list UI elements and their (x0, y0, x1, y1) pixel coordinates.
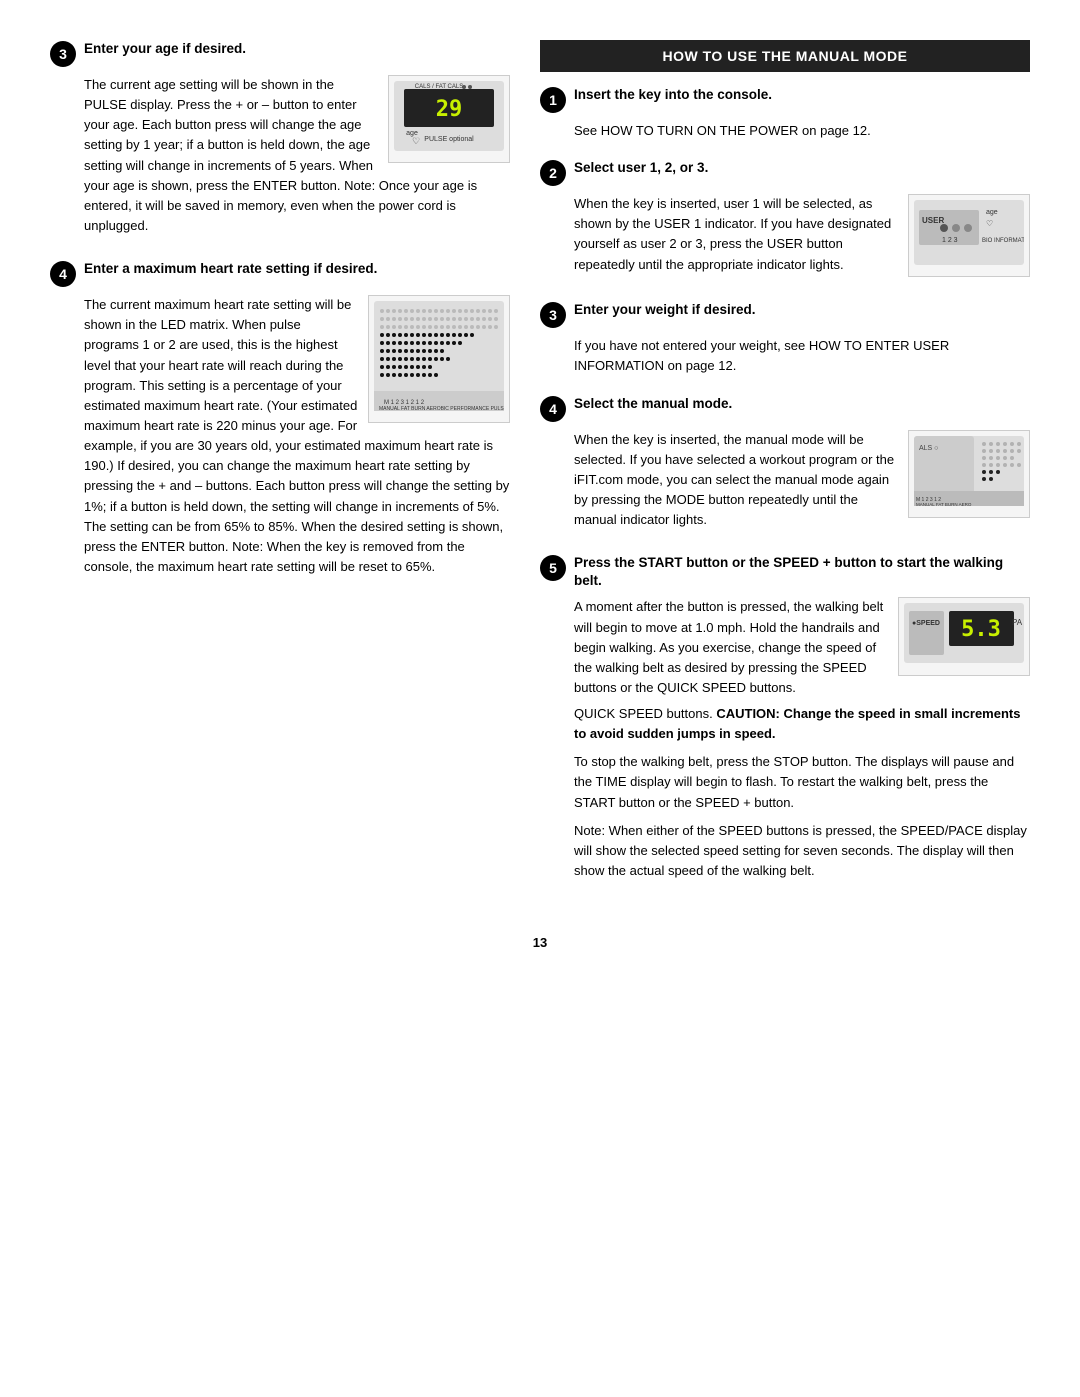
step4-right-header: 4 Select the manual mode. (540, 395, 1030, 422)
step4-left-header: 4 Enter a maximum heart rate setting if … (50, 260, 510, 287)
svg-text:5.3: 5.3 (961, 617, 1001, 642)
svg-text:♡: ♡ (986, 219, 993, 228)
step2-body: USER 1 2 3 age ♡ BIO INFORMAT When the k… (574, 194, 1030, 283)
step5-header: 5 Press the START button or the SPEED + … (540, 554, 1030, 589)
page-number: 13 (50, 935, 1030, 950)
step1-circle: 1 (540, 87, 566, 113)
step2-header: 2 Select user 1, 2, or 3. (540, 159, 1030, 186)
step5-text2: To stop the walking belt, press the STOP… (574, 752, 1030, 812)
step3-left-header: 3 Enter your age if desired. (50, 40, 510, 67)
step3-left-circle: 3 (50, 41, 76, 67)
step1-header: 1 Insert the key into the console. (540, 86, 1030, 113)
step1-body: See HOW TO TURN ON THE POWER on page 12. (574, 121, 1030, 141)
page-layout: 3 Enter your age if desired. 29 age PULS… (50, 40, 1030, 905)
step2-title: Select user 1, 2, or 3. (574, 159, 708, 177)
step5-caution: QUICK SPEED buttons. CAUTION: Change the… (574, 704, 1030, 744)
how-to-header: HOW TO USE THE MANUAL MODE (540, 40, 1030, 72)
step4-right-body: ALS ○ M 1 2 3 1 2 MANUAL FAT BURN AERO W… (574, 430, 1030, 537)
svg-text:1 2 3: 1 2 3 (942, 237, 958, 244)
step5-body: ●SPEED 5.3 PA A moment after the button … (574, 597, 1030, 887)
svg-text:●SPEED: ●SPEED (912, 620, 940, 627)
svg-text:29: 29 (436, 97, 463, 122)
svg-text:PA: PA (1012, 618, 1023, 627)
svg-text:age: age (986, 209, 998, 216)
svg-text:ALS ○: ALS ○ (919, 445, 938, 452)
svg-text:MANUAL FAT BURN AERO: MANUAL FAT BURN AERO (916, 502, 972, 506)
fig-led-matrix: LED dots (368, 295, 510, 423)
svg-text:MANUAL FAT BURN AEROBIC PER: MANUAL FAT BURN AEROBIC PERFORMANCE PULS… (379, 406, 504, 411)
step5-caution-bold: CAUTION: Change the speed in small incre… (574, 706, 1020, 741)
step3-right-circle: 3 (540, 302, 566, 328)
step5-title: Press the START button or the SPEED + bu… (574, 554, 1030, 589)
step5-text3: Note: When either of the SPEED buttons i… (574, 821, 1030, 881)
fig-speed-display: ●SPEED 5.3 PA (898, 597, 1030, 675)
step3-right-header: 3 Enter your weight if desired. (540, 301, 1030, 328)
step3-left-body: 29 age PULSE optional ♡ CALS / FAT CALS … (84, 75, 510, 242)
svg-text:USER: USER (922, 216, 944, 225)
svg-text:♡: ♡ (412, 136, 420, 146)
fig-mode-panel: ALS ○ M 1 2 3 1 2 MANUAL FAT BURN AERO (908, 430, 1030, 518)
right-column: HOW TO USE THE MANUAL MODE 1 Insert the … (540, 40, 1030, 905)
step5-circle: 5 (540, 555, 566, 581)
fig-user-panel: USER 1 2 3 age ♡ BIO INFORMAT (908, 194, 1030, 277)
step4-right-title: Select the manual mode. (574, 395, 732, 413)
step1-title: Insert the key into the console. (574, 86, 772, 104)
step4-left-circle: 4 (50, 261, 76, 287)
step2-circle: 2 (540, 160, 566, 186)
svg-text:BIO INFORMAT: BIO INFORMAT (982, 238, 1024, 244)
svg-text:PULSE optional: PULSE optional (424, 136, 474, 143)
svg-text:CALS / FAT CALS: CALS / FAT CALS (415, 84, 463, 90)
step4-left-title: Enter a maximum heart rate setting if de… (84, 260, 377, 278)
left-column: 3 Enter your age if desired. 29 age PULS… (50, 40, 510, 905)
step4-right-circle: 4 (540, 396, 566, 422)
fig-pulse-display: 29 age PULSE optional ♡ CALS / FAT CALS (388, 75, 510, 163)
step3-right-body: If you have not entered your weight, see… (574, 336, 1030, 376)
step3-left-title: Enter your age if desired. (84, 40, 246, 58)
step4-left-body: LED dots (84, 295, 510, 583)
step3-right-title: Enter your weight if desired. (574, 301, 756, 319)
